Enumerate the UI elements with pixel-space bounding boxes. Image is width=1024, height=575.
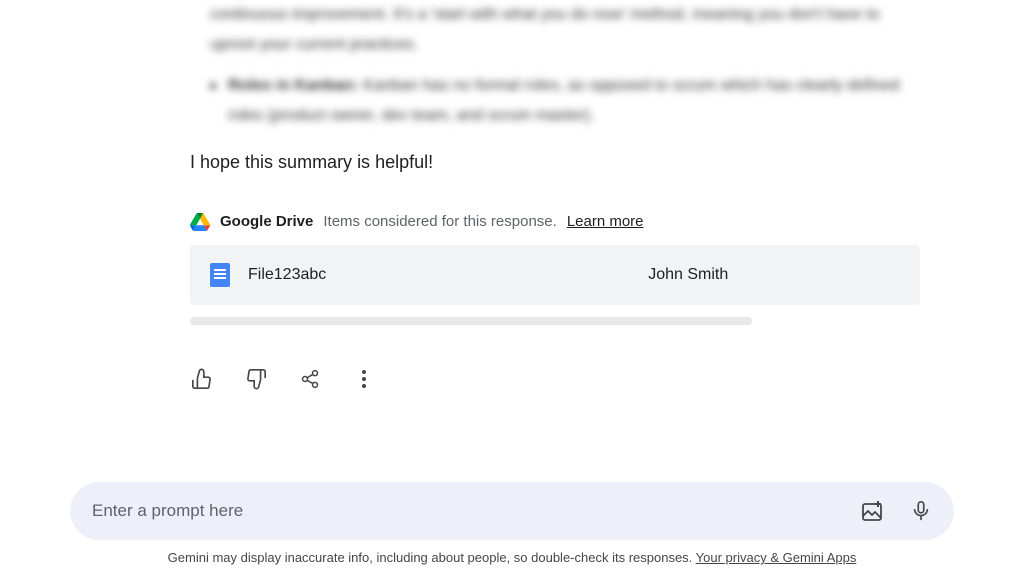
app-container: continuous improvement. It's a 'start wi… xyxy=(0,0,1024,575)
privacy-link[interactable]: Your privacy & Gemini Apps xyxy=(696,550,857,565)
footer: Gemini may display inaccurate info, incl… xyxy=(0,482,1024,575)
file-name: File123abc xyxy=(248,266,648,284)
drive-file-row[interactable]: File123abc John Smith xyxy=(190,245,920,305)
share-button[interactable] xyxy=(298,367,322,391)
file-owner: John Smith xyxy=(648,266,900,284)
thumbs-down-icon xyxy=(245,368,267,390)
response-area: continuous improvement. It's a 'start wi… xyxy=(190,0,920,391)
google-doc-icon xyxy=(210,263,230,287)
thumbs-up-icon xyxy=(191,368,213,390)
response-actions xyxy=(190,367,920,391)
prompt-input[interactable] xyxy=(92,501,860,521)
microphone-button[interactable] xyxy=(910,500,932,522)
drive-learn-more-link[interactable]: Learn more xyxy=(567,213,644,230)
prompt-bar xyxy=(70,482,954,540)
drive-label: Google Drive xyxy=(220,213,313,230)
drive-subtext: Items considered for this response. xyxy=(323,213,556,230)
google-drive-icon xyxy=(190,213,210,231)
more-options-button[interactable] xyxy=(352,367,376,391)
upload-image-button[interactable] xyxy=(860,499,884,523)
blurred-bullet: Roles in Kanban: Kanban has no formal ro… xyxy=(190,71,920,132)
prompt-actions xyxy=(860,499,932,523)
bullet-icon xyxy=(210,83,216,89)
drive-scrollbar[interactable] xyxy=(190,317,920,325)
more-vertical-icon xyxy=(362,370,366,388)
image-upload-icon xyxy=(860,499,884,523)
blurred-paragraph: continuous improvement. It's a 'start wi… xyxy=(210,0,920,61)
thumbs-down-button[interactable] xyxy=(244,367,268,391)
disclaimer: Gemini may display inaccurate info, incl… xyxy=(30,550,994,565)
blurred-prior-text: continuous improvement. It's a 'start wi… xyxy=(190,0,920,132)
closing-text: I hope this summary is helpful! xyxy=(190,152,920,173)
disclaimer-text: Gemini may display inaccurate info, incl… xyxy=(168,550,696,565)
scrollbar-thumb[interactable] xyxy=(190,317,752,325)
bullet-title: Roles in Kanban: xyxy=(228,77,359,94)
content-area: continuous improvement. It's a 'start wi… xyxy=(0,0,1024,482)
thumbs-up-button[interactable] xyxy=(190,367,214,391)
share-icon xyxy=(300,369,320,389)
drive-section: Google Drive Items considered for this r… xyxy=(190,213,920,325)
drive-header: Google Drive Items considered for this r… xyxy=(190,213,920,231)
microphone-icon xyxy=(910,500,932,522)
